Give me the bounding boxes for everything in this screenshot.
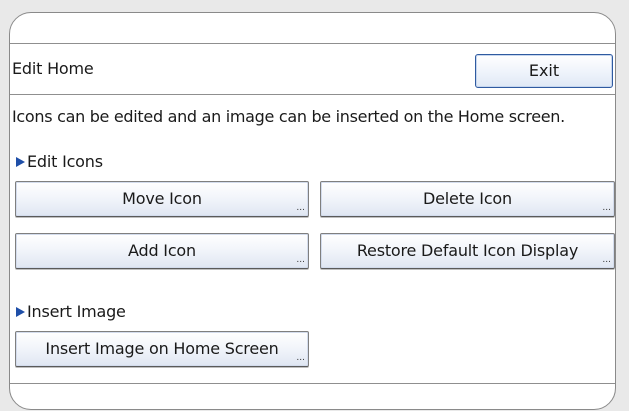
more-options-icon: ... bbox=[296, 255, 305, 265]
insert-image-button-label: Insert Image on Home Screen bbox=[45, 339, 279, 358]
triangle-bullet-icon bbox=[16, 157, 25, 167]
move-icon-button[interactable]: Move Icon ... bbox=[15, 181, 309, 217]
exit-button[interactable]: Exit bbox=[475, 54, 613, 88]
more-options-icon: ... bbox=[296, 203, 305, 213]
move-icon-button-label: Move Icon bbox=[122, 189, 202, 208]
insert-image-on-home-screen-button[interactable]: Insert Image on Home Screen ... bbox=[15, 331, 309, 367]
more-options-icon: ... bbox=[602, 203, 611, 213]
delete-icon-button-label: Delete Icon bbox=[423, 189, 512, 208]
title-bar: Edit Home Exit bbox=[10, 43, 615, 95]
page-title: Edit Home bbox=[12, 59, 94, 78]
divider bbox=[10, 383, 615, 384]
add-icon-button-label: Add Icon bbox=[128, 241, 196, 260]
section-edit-icons: Edit Icons bbox=[16, 152, 103, 171]
triangle-bullet-icon bbox=[16, 307, 25, 317]
description-text: Icons can be edited and an image can be … bbox=[12, 107, 565, 126]
section-insert-image-label: Insert Image bbox=[27, 302, 126, 321]
section-insert-image: Insert Image bbox=[16, 302, 126, 321]
edit-home-panel: Edit Home Exit Icons can be edited and a… bbox=[9, 12, 616, 410]
more-options-icon: ... bbox=[296, 353, 305, 363]
more-options-icon: ... bbox=[602, 255, 611, 265]
add-icon-button[interactable]: Add Icon ... bbox=[15, 233, 309, 269]
restore-default-button-label: Restore Default Icon Display bbox=[356, 241, 579, 260]
restore-default-icon-display-button[interactable]: Restore Default Icon Display ... bbox=[320, 233, 615, 269]
delete-icon-button[interactable]: Delete Icon ... bbox=[320, 181, 615, 217]
section-edit-icons-label: Edit Icons bbox=[27, 152, 103, 171]
